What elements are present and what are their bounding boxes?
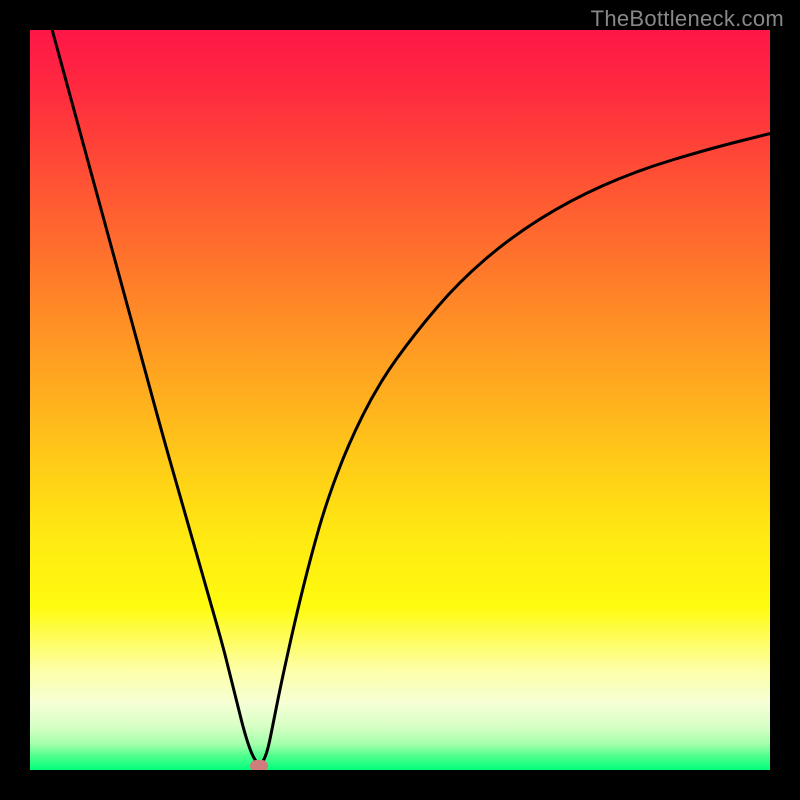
bottleneck-curve [30, 30, 770, 770]
watermark-text: TheBottleneck.com [591, 6, 784, 32]
optimal-point-marker [250, 760, 268, 770]
chart-plot-area [30, 30, 770, 770]
